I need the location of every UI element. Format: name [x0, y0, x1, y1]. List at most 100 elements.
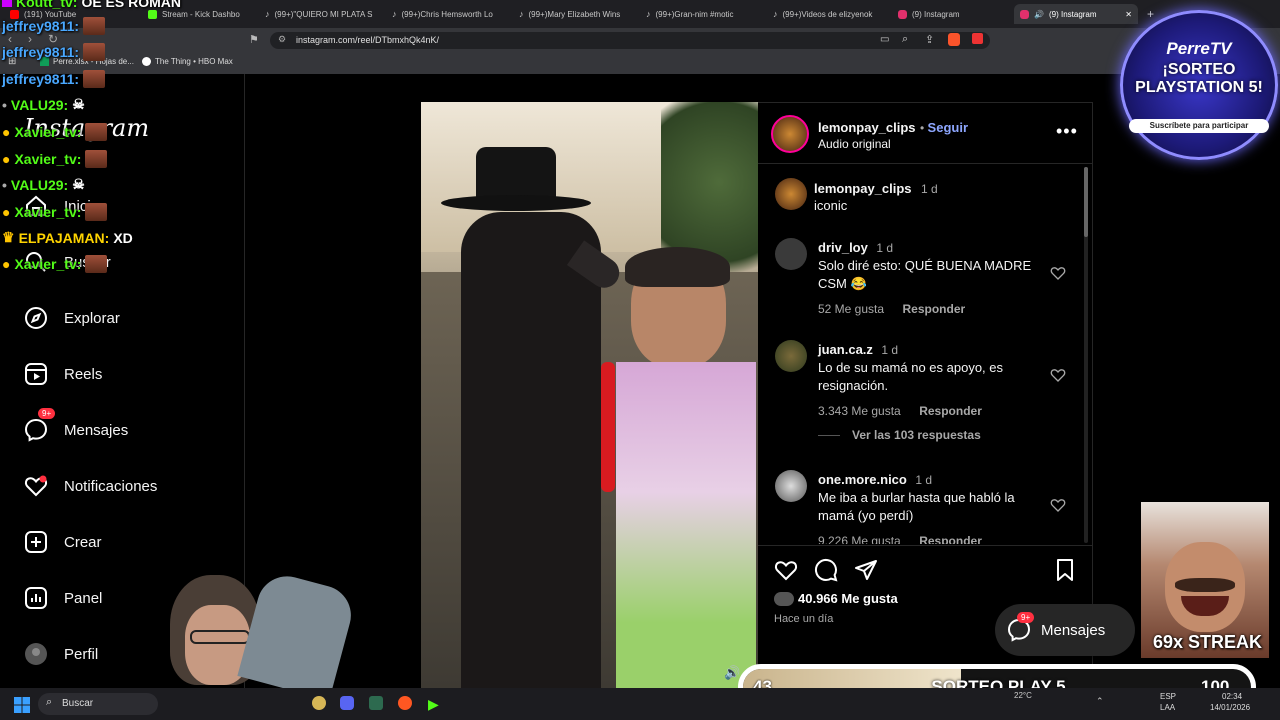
sidebar-item-explorar[interactable]: Explorar: [24, 306, 120, 330]
more-options-icon[interactable]: •••: [1056, 121, 1078, 142]
post-time: Hace un día: [774, 613, 834, 625]
app-icon[interactable]: [369, 696, 383, 710]
tab-tiktok-3[interactable]: ♪ (99+)Mary Elizabeth Wins: [513, 4, 631, 24]
follow-button[interactable]: Seguir: [928, 120, 968, 135]
comment-likes[interactable]: 9.226 Me gusta: [818, 534, 901, 544]
tab-instagram-1[interactable]: (9) Instagram: [892, 4, 1010, 24]
brave-browser-icon[interactable]: [398, 696, 412, 710]
chat-username: jeffrey9811:: [2, 18, 80, 34]
taskbar-search[interactable]: ⌕ Buscar: [38, 693, 158, 715]
comment-text: Me iba a burlar hasta que habló la mamá …: [818, 490, 1015, 523]
messages-button-label: Mensajes: [1041, 621, 1106, 639]
tab-tiktok-5[interactable]: ♪ (99+)Videos de elizyenok: [767, 4, 885, 24]
comment-time: 1 d: [881, 343, 899, 357]
gift-badge-icon: ●: [2, 151, 11, 167]
streamer-arm: [237, 569, 355, 688]
comment-icon[interactable]: [814, 558, 838, 582]
comment-likes[interactable]: 3.343 Me gusta: [818, 404, 901, 418]
tab-tiktok-2[interactable]: ♪ (99+)Chris Hemsworth Lo: [386, 4, 504, 24]
comment-likes[interactable]: 52 Me gusta: [818, 302, 884, 316]
chat-username: Koutt_tv:: [16, 0, 78, 10]
chat-username: Xavier_tv:: [14, 204, 82, 220]
sidebar-item-perfil[interactable]: Perfil: [24, 642, 98, 666]
tray-chevron-icon[interactable]: ⌃: [1096, 696, 1104, 707]
site-info-icon[interactable]: ⚙: [278, 34, 286, 45]
reel-video[interactable]: 🔊: [421, 102, 758, 688]
likes-count[interactable]: 40.966 Me gusta: [798, 591, 898, 606]
author-avatar[interactable]: [771, 115, 809, 153]
like-comment-icon[interactable]: [1050, 497, 1066, 513]
like-icon[interactable]: [774, 558, 798, 582]
zoom-icon[interactable]: ⌕: [902, 33, 908, 46]
scrollbar-thumb[interactable]: [1084, 167, 1088, 237]
like-comment-icon[interactable]: [1050, 265, 1066, 281]
caption-avatar[interactable]: [775, 178, 807, 210]
avatar-icon: [25, 643, 47, 665]
chat-username: Xavier_tv:: [14, 124, 82, 140]
stream-chat-overlay: Koutt_tv: OE ES ROMAN jeffrey9811: jeffr…: [0, 0, 240, 280]
skull-emote-icon: ☠: [72, 96, 85, 112]
commenter-username[interactable]: driv_loy: [818, 240, 868, 255]
author-username[interactable]: lemonpay_clips: [818, 120, 916, 135]
commenter-avatar[interactable]: [775, 238, 807, 270]
weather-temp[interactable]: 22°C: [1014, 691, 1032, 700]
emote-icon: [83, 17, 106, 35]
discord-icon[interactable]: [340, 696, 354, 710]
windows-start-icon[interactable]: [14, 697, 30, 713]
sidebar-item-panel[interactable]: Panel: [24, 586, 102, 610]
promo-subtitle: Suscríbete para participar: [1129, 119, 1269, 133]
tab-instagram-active[interactable]: 🔊 (9) Instagram ✕: [1014, 4, 1138, 24]
share-icon[interactable]: [854, 558, 878, 582]
comments-list[interactable]: lemonpay_clips 1 d iconic driv_loy 1 d S…: [758, 164, 1093, 544]
clock-time[interactable]: 02:34: [1222, 692, 1242, 701]
gift-badge-icon: ●: [2, 256, 11, 272]
sidebar-item-reels[interactable]: Reels: [24, 362, 102, 386]
scrollbar[interactable]: [1084, 167, 1088, 543]
language-indicator[interactable]: ESP: [1160, 692, 1176, 701]
bookmark-page-icon[interactable]: ⚑: [249, 33, 259, 46]
view-replies-button[interactable]: Ver las 103 respuestas: [852, 428, 981, 442]
promo-brand: PerreTV: [1166, 39, 1232, 58]
comment-item: juan.ca.z 1 d Lo de su mamá no es apoyo,…: [758, 336, 1093, 456]
comment-text: Lo de su mamá no es apoyo, es resignació…: [818, 360, 1004, 393]
plague-doctor-figure: [461, 212, 601, 688]
commenter-avatar[interactable]: [775, 470, 807, 502]
comment-item: driv_loy 1 d Solo diré esto: QUÉ BUENA M…: [758, 234, 1093, 324]
cast-icon[interactable]: ▭: [880, 34, 889, 45]
commenter-username[interactable]: juan.ca.z: [818, 342, 873, 357]
tab-label: (9) Instagram: [1048, 9, 1097, 19]
sidebar-item-mensajes[interactable]: Mensajes 9+: [24, 408, 128, 442]
volume-icon[interactable]: 🔊: [724, 665, 740, 681]
chat-message: ● Xavier_tv:: [2, 203, 108, 221]
close-tab-icon[interactable]: ✕: [1125, 10, 1132, 19]
likers-avatars[interactable]: [774, 592, 794, 606]
tab-tiktok-1[interactable]: ♪ (99+)"QUIERO MI PLATA S: [259, 4, 377, 24]
chat-username: ELPAJAMAN:: [18, 229, 110, 246]
chat-username: VALU29:: [10, 96, 69, 113]
audio-label[interactable]: Audio original: [818, 137, 891, 151]
brave-shield-icon[interactable]: [948, 33, 960, 46]
reply-button[interactable]: Responder: [919, 404, 982, 418]
badge-dot-icon: •: [2, 96, 7, 113]
search-icon: ⌕: [46, 696, 53, 708]
kick-app-icon[interactable]: ▶: [428, 696, 439, 713]
commenter-username[interactable]: one.more.nico: [818, 472, 907, 487]
new-tab-icon[interactable]: +: [1147, 7, 1154, 21]
hair: [625, 247, 730, 287]
messages-button[interactable]: Mensajes 9+: [995, 604, 1135, 656]
save-icon[interactable]: [1053, 558, 1077, 582]
sidebar-item-crear[interactable]: Crear: [24, 530, 102, 554]
reply-button[interactable]: Responder: [903, 302, 966, 316]
commenter-avatar[interactable]: [775, 340, 807, 372]
share-icon[interactable]: ⇪: [925, 33, 934, 46]
like-comment-icon[interactable]: [1050, 367, 1066, 383]
rewards-icon[interactable]: [972, 33, 983, 44]
tab-tiktok-4[interactable]: ♪ (99+)Gran-nim #motic: [640, 4, 758, 24]
caption-username[interactable]: lemonpay_clips: [814, 181, 912, 196]
reply-button[interactable]: Responder: [919, 534, 982, 544]
url-text: instagram.com/reel/DTbmxhQk4nK/: [296, 35, 440, 45]
app-icon[interactable]: [312, 696, 326, 710]
sidebar-item-notificaciones[interactable]: Notificaciones: [24, 474, 157, 498]
instagram-icon: [1020, 9, 1029, 19]
sidebar-item-label: Reels: [64, 365, 103, 383]
